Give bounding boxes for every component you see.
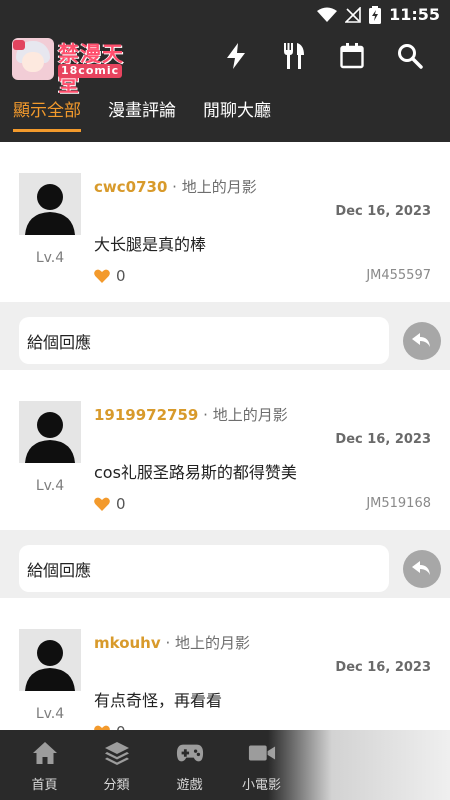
logo-mascot bbox=[12, 38, 54, 80]
like-count: 0 bbox=[116, 495, 126, 513]
status-time: 11:55 bbox=[389, 5, 440, 24]
tab-chat-lobby[interactable]: 閒聊大廳 bbox=[203, 96, 271, 126]
heart-icon bbox=[94, 497, 110, 511]
meta-separator: · bbox=[172, 178, 177, 196]
username-link[interactable]: cwc0730 bbox=[94, 178, 167, 196]
tab-show-all[interactable]: 顯示全部 bbox=[13, 96, 81, 132]
nav-label: 首頁 bbox=[31, 778, 58, 793]
user-level: Lv.4 bbox=[35, 706, 65, 722]
reply-row: 給個回應 bbox=[0, 530, 450, 598]
comment-date: Dec 16, 2023 bbox=[335, 660, 431, 675]
nav-label: 遊戲 bbox=[176, 778, 203, 793]
comment-meta: cwc0730 · 地上的月影 bbox=[94, 176, 257, 197]
avatar[interactable] bbox=[19, 629, 81, 691]
status-icons: 11:55 bbox=[317, 5, 440, 24]
comic-title-link[interactable]: 地上的月影 bbox=[175, 634, 250, 652]
reply-input[interactable]: 給個回應 bbox=[19, 545, 389, 592]
gamepad-icon bbox=[176, 740, 204, 766]
app-bar: 禁漫天堂 18comic bbox=[0, 32, 450, 96]
reply-placeholder: 給個回應 bbox=[27, 560, 92, 580]
comment-card: Lv.4 mkouhv · 地上的月影 Dec 16, 2023 有点奇怪，再看… bbox=[0, 598, 450, 730]
reply-row: 給個回應 bbox=[0, 302, 450, 370]
like-button[interactable]: 0 bbox=[94, 267, 126, 285]
meta-separator: · bbox=[165, 634, 171, 652]
comment-card: Lv.4 1919972759 · 地上的月影 Dec 16, 2023 cos… bbox=[0, 370, 450, 530]
bottom-nav: 首頁 分類 遊戲 小電影 bbox=[0, 730, 450, 800]
nav-categories[interactable]: 分類 bbox=[79, 730, 154, 800]
username-link[interactable]: 1919972759 bbox=[94, 406, 198, 424]
reply-icon bbox=[412, 333, 430, 347]
comment-date: Dec 16, 2023 bbox=[335, 204, 431, 219]
no-signal-icon bbox=[345, 6, 361, 23]
comic-id[interactable]: JM519168 bbox=[366, 496, 431, 511]
home-icon bbox=[31, 740, 59, 766]
comment-meta: 1919972759 · 地上的月影 bbox=[94, 404, 288, 425]
fork-knife-icon[interactable] bbox=[280, 42, 308, 70]
comment-date: Dec 16, 2023 bbox=[335, 432, 431, 447]
comment-meta: mkouhv · 地上的月影 bbox=[94, 632, 250, 653]
like-button[interactable]: 0 bbox=[94, 723, 126, 730]
heart-icon bbox=[94, 269, 110, 283]
nav-overlay-fade bbox=[268, 730, 450, 800]
reply-button[interactable] bbox=[403, 322, 441, 360]
comment-feed[interactable]: Lv.4 cwc0730 · 地上的月影 Dec 16, 2023 大长腿是真的… bbox=[0, 142, 450, 730]
tab-underline bbox=[13, 129, 81, 132]
user-level: Lv.4 bbox=[35, 250, 65, 266]
battery-icon bbox=[369, 5, 382, 24]
layers-icon bbox=[103, 740, 131, 766]
reply-input[interactable]: 給個回應 bbox=[19, 317, 389, 364]
status-bar: 11:55 bbox=[0, 0, 450, 32]
tab-comic-reviews[interactable]: 漫畫評論 bbox=[108, 96, 176, 126]
comment-text: 大长腿是真的棒 bbox=[94, 235, 207, 254]
calendar-icon[interactable] bbox=[338, 42, 366, 70]
comment-text: 有点奇怪，再看看 bbox=[94, 691, 223, 710]
tab-label: 顯示全部 bbox=[13, 101, 81, 121]
tab-bar: 顯示全部 漫畫評論 閒聊大廳 bbox=[0, 88, 450, 142]
user-level: Lv.4 bbox=[35, 478, 65, 494]
username-link[interactable]: mkouhv bbox=[94, 634, 161, 652]
logo-subtitle: 18comic bbox=[58, 64, 123, 78]
flash-icon[interactable] bbox=[222, 42, 250, 70]
avatar[interactable] bbox=[19, 173, 81, 235]
like-button[interactable]: 0 bbox=[94, 495, 126, 513]
top-header: 11:55 禁漫天堂 18comic 顯示全部 漫畫評論 閒聊大廳 bbox=[0, 0, 450, 142]
comic-id[interactable]: JM455597 bbox=[366, 268, 431, 283]
nav-label: 分類 bbox=[103, 778, 130, 793]
reply-placeholder: 給個回應 bbox=[27, 332, 92, 352]
avatar[interactable] bbox=[19, 401, 81, 463]
wifi-icon bbox=[317, 7, 338, 22]
comment-text: cos礼服圣路易斯的都得赞美 bbox=[94, 463, 297, 482]
comic-title-link[interactable]: 地上的月影 bbox=[213, 406, 288, 424]
nav-games[interactable]: 遊戲 bbox=[152, 730, 227, 800]
search-icon[interactable] bbox=[396, 42, 424, 70]
app-actions bbox=[222, 42, 424, 70]
tab-label: 漫畫評論 bbox=[108, 101, 176, 121]
tab-label: 閒聊大廳 bbox=[203, 101, 271, 121]
comment-card: Lv.4 cwc0730 · 地上的月影 Dec 16, 2023 大长腿是真的… bbox=[0, 142, 450, 302]
reply-button[interactable] bbox=[403, 550, 441, 588]
comic-title-link[interactable]: 地上的月影 bbox=[182, 178, 257, 196]
meta-separator: · bbox=[203, 406, 208, 424]
reply-icon bbox=[412, 561, 430, 575]
like-count: 0 bbox=[116, 723, 126, 730]
like-count: 0 bbox=[116, 267, 126, 285]
app-logo[interactable]: 禁漫天堂 18comic bbox=[12, 38, 138, 96]
nav-home[interactable]: 首頁 bbox=[7, 730, 82, 800]
